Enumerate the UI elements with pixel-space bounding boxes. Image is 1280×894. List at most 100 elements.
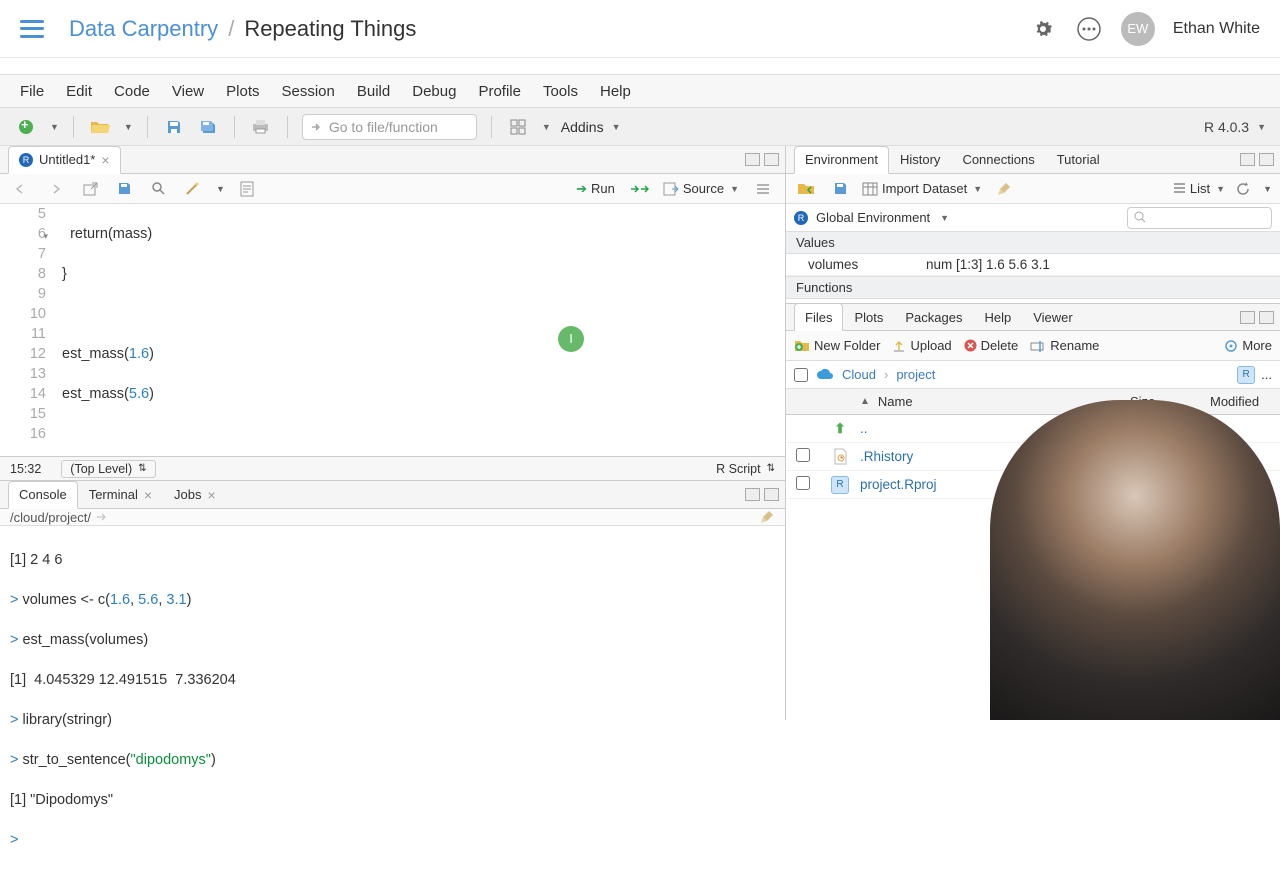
rproj-icon[interactable]: R [1237, 366, 1255, 384]
menu-help[interactable]: Help [600, 83, 631, 100]
file-row-updir[interactable]: ⬆ .. [786, 415, 1280, 443]
language-selector[interactable]: R Script [716, 462, 760, 476]
forward-button[interactable] [44, 177, 68, 201]
re-run-button[interactable] [627, 177, 651, 201]
minimize-button[interactable] [745, 153, 760, 166]
minimize-button[interactable] [1240, 153, 1255, 166]
file-name[interactable]: .Rhistory [860, 449, 1130, 464]
tab-viewer[interactable]: Viewer [1022, 303, 1084, 331]
tab-jobs[interactable]: Jobs× [163, 481, 227, 509]
col-size[interactable]: Size [1130, 394, 1210, 409]
menu-profile[interactable]: Profile [478, 83, 521, 100]
file-name[interactable]: project.Rproj [860, 477, 1130, 492]
run-button[interactable]: ➔ Run [576, 181, 615, 197]
col-modified[interactable]: Modified [1210, 394, 1280, 409]
chevron-down-icon[interactable]: ▼ [124, 122, 133, 132]
print-button[interactable] [249, 115, 273, 139]
file-row[interactable]: R project.Rproj 91 B Nov 3, [786, 471, 1280, 499]
minimize-button[interactable] [1240, 311, 1255, 324]
tab-connections[interactable]: Connections [951, 146, 1045, 174]
tab-files[interactable]: Files [794, 303, 843, 331]
tab-terminal[interactable]: Terminal× [78, 481, 163, 509]
minimize-button[interactable] [745, 488, 760, 501]
rename-button[interactable]: Rename [1030, 338, 1099, 353]
scope-selector[interactable]: Global Environment [816, 210, 930, 225]
show-in-new-window-button[interactable] [78, 177, 102, 201]
avatar[interactable]: EW [1121, 12, 1155, 46]
maximize-button[interactable] [764, 488, 779, 501]
file-row[interactable]: .Rhistory 0 B Sep 22 [786, 443, 1280, 471]
new-folder-button[interactable]: New Folder [794, 338, 880, 353]
open-folder-button[interactable] [88, 115, 112, 139]
file-checkbox[interactable] [796, 476, 810, 490]
tab-plots[interactable]: Plots [843, 303, 894, 331]
close-icon[interactable]: × [101, 152, 109, 168]
clear-workspace-button[interactable] [992, 177, 1016, 201]
scope-selector[interactable]: (Top Level)⇅ [61, 460, 155, 478]
outline-button[interactable] [751, 177, 775, 201]
grid-button[interactable] [506, 115, 530, 139]
new-file-button[interactable] [14, 115, 38, 139]
env-variable-row[interactable]: volumes num [1:3] 1.6 5.6 3.1 [786, 254, 1280, 276]
more-icon[interactable] [1075, 15, 1103, 43]
console-output[interactable]: [1] 2 4 6 > volumes <- c(1.6, 5.6, 3.1) … [0, 526, 785, 894]
chevron-down-icon[interactable]: ▼ [1263, 184, 1272, 194]
menu-plots[interactable]: Plots [226, 83, 259, 100]
menu-session[interactable]: Session [282, 83, 335, 100]
tab-tutorial[interactable]: Tutorial [1046, 146, 1111, 174]
more-ellipsis[interactable]: ... [1261, 367, 1272, 382]
chevron-down-icon[interactable]: ▼ [50, 122, 59, 132]
chevron-down-icon[interactable]: ▼ [542, 122, 551, 132]
chevron-down-icon[interactable]: ▼ [216, 184, 225, 194]
tab-packages[interactable]: Packages [894, 303, 973, 331]
upload-button[interactable]: Upload [892, 338, 951, 353]
menu-view[interactable]: View [172, 83, 204, 100]
back-button[interactable] [10, 177, 34, 201]
close-icon[interactable]: × [207, 487, 215, 503]
report-button[interactable] [235, 177, 259, 201]
refresh-button[interactable] [1235, 181, 1251, 197]
col-name[interactable]: ▲Name [820, 394, 1130, 409]
source-tab[interactable]: R Untitled1* × [8, 146, 121, 174]
breadcrumb-root[interactable]: Data Carpentry [69, 16, 218, 42]
source-button[interactable]: Source ▼ [663, 181, 739, 196]
maximize-button[interactable] [1259, 311, 1274, 324]
menu-edit[interactable]: Edit [66, 83, 92, 100]
addins-button[interactable]: Addins ▼ [561, 119, 621, 135]
save-button[interactable] [162, 115, 186, 139]
select-all-checkbox[interactable] [794, 368, 808, 382]
tab-environment[interactable]: Environment [794, 146, 889, 174]
view-mode-button[interactable]: List ▼ [1173, 181, 1225, 196]
save-all-button[interactable] [196, 115, 220, 139]
env-search-input[interactable] [1127, 207, 1272, 229]
close-icon[interactable]: × [144, 487, 152, 503]
chevron-down-icon[interactable]: ▼ [940, 213, 949, 223]
breadcrumb-project[interactable]: project [896, 367, 935, 382]
menu-build[interactable]: Build [357, 83, 390, 100]
menu-tools[interactable]: Tools [543, 83, 578, 100]
find-button[interactable] [146, 177, 170, 201]
hamburger-icon[interactable] [20, 20, 44, 38]
goto-function-input[interactable]: Go to file/function [302, 114, 477, 140]
maximize-button[interactable] [1259, 153, 1274, 166]
tab-history[interactable]: History [889, 146, 951, 174]
save-workspace-button[interactable] [828, 177, 852, 201]
file-checkbox[interactable] [796, 448, 810, 462]
r-version-selector[interactable]: R 4.0.3 [1204, 119, 1249, 135]
code-content[interactable]: return(mass) } est_mass(1.6) est_mass(5.… [58, 204, 785, 456]
wand-button[interactable] [180, 177, 204, 201]
code-editor[interactable]: 5 6 7 8 9 10 11 12 13 14 15 16 return(ma… [0, 204, 785, 456]
breadcrumb-cloud[interactable]: Cloud [842, 367, 876, 382]
arrow-icon[interactable] [95, 511, 109, 523]
menu-debug[interactable]: Debug [412, 83, 456, 100]
import-dataset-button[interactable]: Import Dataset ▼ [862, 181, 982, 196]
tab-help[interactable]: Help [973, 303, 1022, 331]
menu-file[interactable]: File [20, 83, 44, 100]
broom-icon[interactable] [759, 509, 775, 525]
more-button[interactable]: More [1224, 338, 1272, 353]
save-button[interactable] [112, 177, 136, 201]
chevron-down-icon[interactable]: ▼ [1257, 122, 1266, 132]
maximize-button[interactable] [764, 153, 779, 166]
menu-code[interactable]: Code [114, 83, 150, 100]
load-workspace-button[interactable] [794, 177, 818, 201]
